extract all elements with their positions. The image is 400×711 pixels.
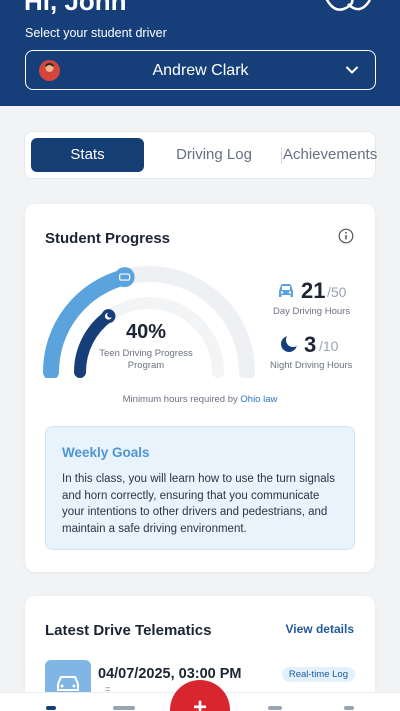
nav-home-icon[interactable] xyxy=(46,706,56,710)
day-hours-label: Day Driving Hours xyxy=(273,306,351,317)
nav-log-icon[interactable] xyxy=(113,706,135,710)
plus-icon: + xyxy=(192,694,207,711)
ohio-state-logo-icon xyxy=(325,0,372,11)
night-driving-stat: 3 /10 Night Driving Hours xyxy=(270,332,375,376)
drive-date: 04/07/2025, 03:00 PM xyxy=(98,666,242,682)
app-header: Hi, John Select your student driver Andr… xyxy=(0,0,400,106)
day-hours-value: 21 xyxy=(301,278,326,303)
tab-divider xyxy=(281,147,282,164)
student-driver-dropdown[interactable]: Andrew Clark xyxy=(25,50,376,90)
ohio-law-link[interactable]: Ohio law xyxy=(240,394,277,405)
law-note: Minimum hours required by Ohio law xyxy=(25,394,375,405)
tab-stats[interactable]: Stats xyxy=(31,138,144,172)
night-hours-total: /10 xyxy=(319,338,339,354)
tab-achievements[interactable]: Achievements xyxy=(283,138,377,172)
day-hours-total: /50 xyxy=(327,284,347,300)
weekly-goals-text: In this class, you will learn how to use… xyxy=(62,473,335,535)
info-icon[interactable] xyxy=(338,228,354,244)
nav-profile-icon[interactable] xyxy=(344,706,354,710)
night-hours-label: Night Driving Hours xyxy=(270,360,353,371)
greeting-title: Hi, John xyxy=(24,0,127,16)
student-progress-card: Student Progress 40% Teen Driving Progre… xyxy=(25,204,375,572)
weekly-goals-box: Weekly Goals In this class, you will lea… xyxy=(45,426,355,550)
card-title: Student Progress xyxy=(45,230,171,247)
tab-driving-log[interactable]: Driving Log xyxy=(155,138,273,172)
night-hours-value: 3 xyxy=(304,332,317,357)
selected-driver-name: Andrew Clark xyxy=(152,62,249,79)
law-note-text: Minimum hours required by xyxy=(122,394,238,405)
realtime-log-badge: Real-time Log xyxy=(281,667,355,682)
day-driving-stat: 21 /50 Day Driving Hours xyxy=(273,278,375,322)
car-icon xyxy=(279,284,293,297)
weekly-goals-title: Weekly Goals xyxy=(62,445,150,460)
view-details-link[interactable]: View details xyxy=(286,622,354,636)
chevron-down-icon xyxy=(346,66,358,74)
select-driver-label: Select your student driver xyxy=(25,26,167,40)
section-tabs: Stats Driving Log Achievements xyxy=(24,131,377,179)
progress-percent: 40% xyxy=(125,321,167,343)
nav-trophy-icon[interactable] xyxy=(268,706,282,710)
day-car-marker-icon xyxy=(114,267,135,288)
progress-caption: Teen Driving Progress Program xyxy=(99,348,193,371)
moon-icon xyxy=(281,335,300,352)
telematics-title: Latest Drive Telematics xyxy=(45,622,212,639)
